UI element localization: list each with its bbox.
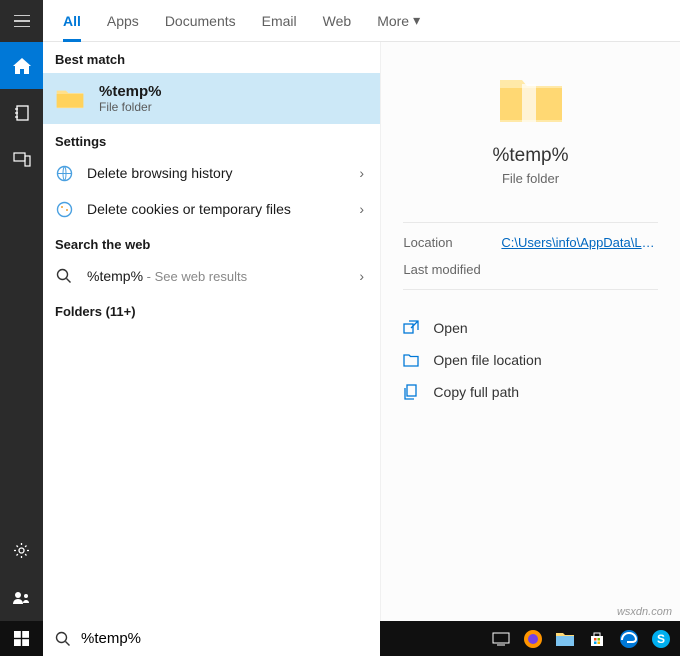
cookies-icon: [55, 200, 73, 218]
action-open[interactable]: Open: [403, 312, 657, 344]
tab-web[interactable]: Web: [323, 0, 352, 42]
web-result[interactable]: %temp% - See web results ›: [43, 258, 380, 294]
location-link[interactable]: C:\Users\info\AppData\Loca: [501, 235, 657, 250]
copy-icon: [403, 384, 419, 400]
folder-open-icon: [403, 352, 419, 368]
best-match-subtitle: File folder: [99, 100, 162, 114]
hamburger-button[interactable]: [0, 0, 43, 42]
best-match-result[interactable]: %temp% File folder: [43, 73, 380, 124]
action-open-location[interactable]: Open file location: [403, 344, 657, 376]
search-input[interactable]: [81, 630, 368, 647]
action-copy-path[interactable]: Copy full path: [403, 376, 657, 408]
taskbar-tray: S: [482, 621, 680, 656]
preview-pane: %temp% File folder Location C:\Users\inf…: [380, 42, 680, 621]
tab-more[interactable]: More ▾: [377, 0, 420, 42]
tab-all[interactable]: All: [63, 0, 81, 42]
divider: [403, 289, 657, 290]
settings-button[interactable]: [0, 527, 43, 574]
search-icon: [55, 631, 71, 647]
setting-delete-cookies[interactable]: Delete cookies or temporary files ›: [43, 191, 380, 227]
location-label: Location: [403, 235, 501, 250]
taskview-button[interactable]: [486, 621, 516, 656]
modified-label: Last modified: [403, 262, 501, 277]
preview-type: File folder: [502, 171, 559, 186]
start-button[interactable]: [0, 621, 43, 656]
preview-title: %temp%: [492, 145, 568, 167]
cortana-sidebar: [0, 0, 43, 621]
store-icon[interactable]: [582, 621, 612, 656]
watermark: wsxdn.com: [617, 606, 672, 618]
feedback-button[interactable]: [0, 574, 43, 621]
best-match-title: %temp%: [99, 83, 162, 100]
chevron-right-icon: ›: [359, 165, 364, 181]
setting-delete-browsing[interactable]: Delete browsing history ›: [43, 155, 380, 191]
section-web: Search the web: [43, 227, 380, 258]
explorer-icon[interactable]: [550, 621, 580, 656]
home-button[interactable]: [0, 42, 43, 89]
divider: [403, 222, 657, 223]
taskbar: S: [0, 621, 680, 656]
firefox-icon[interactable]: [518, 621, 548, 656]
search-results: Best match %temp% File folder Settings D…: [43, 42, 380, 621]
chevron-down-icon: ▾: [413, 12, 420, 29]
folder-icon: [55, 87, 85, 111]
browsing-icon: [55, 164, 73, 182]
tab-documents[interactable]: Documents: [165, 0, 236, 42]
search-tabs: All Apps Documents Email Web More ▾: [43, 0, 680, 42]
edge-icon[interactable]: [614, 621, 644, 656]
svg-text:S: S: [657, 632, 665, 646]
search-icon: [55, 267, 73, 285]
section-best-match: Best match: [43, 42, 380, 73]
skype-icon[interactable]: S: [646, 621, 676, 656]
notebook-button[interactable]: [0, 89, 43, 136]
tab-apps[interactable]: Apps: [107, 0, 139, 42]
devices-button[interactable]: [0, 136, 43, 183]
section-folders: Folders (11+): [43, 294, 380, 325]
open-icon: [403, 320, 419, 336]
chevron-right-icon: ›: [359, 201, 364, 217]
tab-email[interactable]: Email: [262, 0, 297, 42]
section-settings: Settings: [43, 124, 380, 155]
taskbar-search[interactable]: [43, 621, 380, 656]
chevron-right-icon: ›: [359, 268, 364, 284]
folder-icon-large: [496, 72, 566, 127]
